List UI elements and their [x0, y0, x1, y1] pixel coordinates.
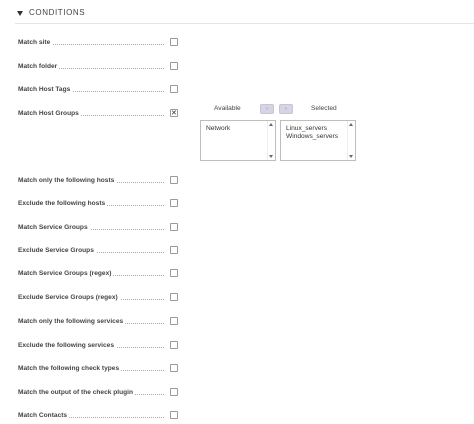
- condition-checkbox[interactable]: [170, 176, 178, 184]
- section-divider: [15, 23, 474, 24]
- add-to-selected-button[interactable]: ›: [260, 104, 274, 114]
- condition-label: Match site: [18, 37, 53, 49]
- section-title: CONDITIONS: [29, 8, 86, 17]
- arrow-right-icon: ›: [266, 106, 268, 112]
- condition-checkbox[interactable]: [170, 62, 178, 70]
- selected-listbox[interactable]: Linux_servers Windows_servers: [280, 120, 356, 161]
- condition-row: Match only the following services: [18, 316, 180, 328]
- condition-label: Match Host Tags: [18, 84, 73, 96]
- condition-row: Match site: [18, 37, 180, 49]
- condition-row: Exclude Service Groups: [18, 245, 180, 257]
- scroll-down-arrow-icon[interactable]: [269, 155, 273, 158]
- condition-label: Exclude Service Groups (regex): [18, 292, 120, 304]
- condition-checkbox[interactable]: [170, 293, 178, 301]
- condition-checkbox[interactable]: [170, 341, 178, 349]
- condition-checkbox[interactable]: [170, 223, 178, 231]
- condition-row: Match Service Groups: [18, 222, 180, 234]
- arrow-left-icon: ‹: [285, 106, 287, 112]
- condition-label: Match folder: [18, 61, 60, 73]
- selected-header: Selected: [311, 105, 337, 112]
- condition-row: Match the output of the check plugin: [18, 387, 180, 399]
- condition-row: Exclude the following hosts: [18, 198, 180, 210]
- available-listbox[interactable]: Network: [200, 120, 276, 161]
- selected-scrollbar[interactable]: [347, 121, 355, 160]
- available-scrollbar[interactable]: [267, 121, 275, 160]
- condition-label: Match Contacts: [18, 410, 70, 422]
- condition-label: Match the output of the check plugin: [18, 387, 136, 399]
- condition-checkbox[interactable]: [170, 364, 178, 372]
- scroll-up-arrow-icon[interactable]: [269, 123, 273, 126]
- available-header: Available: [214, 105, 241, 112]
- condition-checkbox[interactable]: [170, 108, 178, 118]
- condition-label: Exclude Service Groups: [18, 245, 96, 257]
- condition-row: Match Contacts: [18, 410, 180, 422]
- condition-row: Match Service Groups (regex): [18, 268, 180, 280]
- collapse-triangle-icon[interactable]: [17, 10, 23, 16]
- conditions-header[interactable]: CONDITIONS: [17, 8, 85, 17]
- condition-checkbox[interactable]: [170, 199, 178, 207]
- condition-label: Match only the following services: [18, 316, 126, 328]
- condition-checkbox[interactable]: [170, 38, 178, 46]
- condition-label: Match Host Groups: [18, 108, 81, 120]
- scroll-down-arrow-icon[interactable]: [349, 155, 353, 158]
- condition-label: Match only the following hosts: [18, 175, 117, 187]
- listbox-option[interactable]: Windows_servers: [281, 133, 355, 141]
- condition-checkbox[interactable]: [170, 388, 178, 396]
- remove-from-selected-button[interactable]: ‹: [279, 104, 293, 114]
- condition-checkbox[interactable]: [170, 411, 178, 419]
- condition-row: Match only the following hosts: [18, 175, 180, 187]
- host-groups-picker: Available › ‹ Selected Network Linux_ser…: [200, 103, 360, 163]
- condition-row: Match Host Tags: [18, 84, 180, 96]
- condition-checkbox[interactable]: [170, 269, 178, 277]
- listbox-option[interactable]: Linux_servers: [281, 125, 355, 133]
- condition-checkbox[interactable]: [170, 317, 178, 325]
- condition-row: Exclude the following services: [18, 340, 180, 352]
- scroll-up-arrow-icon[interactable]: [349, 123, 353, 126]
- condition-row: Match folder: [18, 61, 180, 73]
- listbox-option[interactable]: Network: [201, 125, 275, 133]
- condition-label: Match Service Groups (regex): [18, 268, 114, 280]
- condition-label: Match the following check types: [18, 363, 122, 375]
- condition-label: Exclude the following hosts: [18, 198, 108, 210]
- condition-checkbox[interactable]: [170, 85, 178, 93]
- condition-label: Match Service Groups: [18, 222, 90, 234]
- condition-row: Match Host Groups: [18, 108, 180, 120]
- condition-label: Exclude the following services: [18, 340, 117, 352]
- condition-row: Match the following check types: [18, 363, 180, 375]
- condition-checkbox[interactable]: [170, 246, 178, 254]
- condition-row: Exclude Service Groups (regex): [18, 292, 180, 304]
